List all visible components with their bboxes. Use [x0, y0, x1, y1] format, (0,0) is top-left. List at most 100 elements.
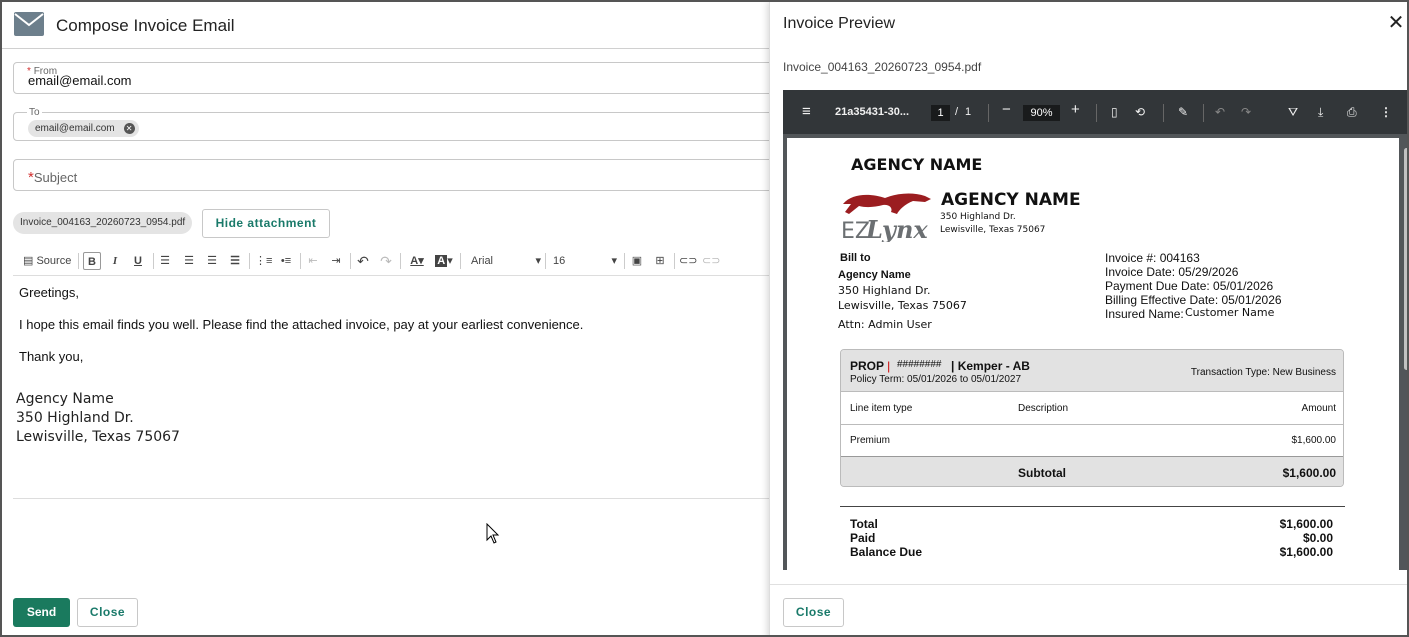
subtotal-label: Subtotal [1018, 466, 1066, 480]
row-amount: $1,600.00 [1291, 435, 1337, 446]
policy-type: PROP | [850, 359, 891, 373]
bill-city: Lewisville, Texas 75067 [838, 299, 967, 312]
close-button[interactable]: Close [77, 598, 138, 627]
balance-due-value: $1,600.00 [1279, 545, 1333, 559]
from-field[interactable]: * From email@email.com [13, 62, 803, 94]
fit-page-icon[interactable]: ▯ [1111, 104, 1118, 120]
send-button[interactable]: Send [13, 598, 70, 627]
preview-close-button[interactable]: Close [783, 598, 844, 627]
text-color-icon[interactable]: A▾ [406, 252, 428, 270]
logo-lynx: Lynx [865, 215, 928, 242]
balance-due-label: Balance Due [850, 545, 923, 559]
annotate-icon[interactable]: ✎ [1178, 104, 1188, 120]
compose-title: Compose Invoice Email [56, 16, 235, 35]
undo-icon[interactable]: ↶ [355, 252, 371, 270]
indent-icon[interactable]: ⇥ [328, 252, 344, 270]
subject-field[interactable]: *Subject [13, 159, 803, 191]
toolbar-divider [1203, 104, 1204, 122]
redo-icon[interactable]: ↷ [1241, 104, 1251, 120]
ezlynx-logo: EZ Lynx [841, 193, 931, 242]
body-greeting: Greetings, [19, 285, 79, 300]
menu-icon[interactable]: ≡ [802, 104, 811, 120]
font-family-select[interactable]: Arial ▾ [471, 252, 541, 270]
outdent-icon[interactable]: ⇤ [305, 252, 321, 270]
body-closing: Thank you, [19, 349, 84, 364]
zoom-in-icon[interactable]: + [1071, 102, 1080, 118]
unlink-icon[interactable]: ⊂⊃ [702, 252, 720, 270]
print-icon[interactable]: ⎙ [1347, 104, 1357, 120]
link-icon[interactable]: ⊂⊃ [679, 252, 697, 270]
close-icon[interactable]: ✕ [1387, 13, 1405, 33]
signature-line: Agency Name [16, 391, 114, 407]
bold-icon[interactable]: B [83, 252, 101, 270]
undo-icon[interactable]: ↶ [1215, 104, 1225, 120]
col-line-item-type: Line item type [850, 403, 913, 414]
to-label: To [27, 107, 42, 118]
font-size-select[interactable]: 16 ▾ [553, 252, 617, 270]
image-icon[interactable]: ▣ [629, 252, 645, 270]
preview-filename: Invoice_004163_20260723_0954.pdf [783, 60, 982, 74]
pdf-page: AGENCY NAME EZ Lynx AGENCY NAME 350 High… [787, 138, 1399, 570]
font-family-value: Arial [471, 255, 494, 267]
hide-attachment-button[interactable]: Hide attachment [202, 209, 330, 238]
toolbar-divider [624, 253, 625, 269]
to-chip-text: email@email.com [35, 123, 115, 134]
align-center-icon[interactable]: ☰ [181, 252, 197, 270]
agency-header: AGENCY NAME [851, 155, 983, 174]
pdf-scrollbar-thumb[interactable] [1404, 148, 1407, 370]
align-left-icon[interactable]: ☰ [157, 252, 173, 270]
paid-value: $0.00 [1302, 531, 1333, 545]
to-recipient-chip: email@email.com ✕ [28, 120, 139, 137]
to-field[interactable]: To email@email.com ✕ [13, 107, 803, 141]
background-color-icon[interactable]: A ▾ [433, 252, 455, 270]
numbered-list-icon[interactable]: ⋮≡ [255, 252, 272, 270]
insured-name-value: Customer Name [1185, 306, 1275, 319]
attn: Attn: Admin User [838, 318, 932, 331]
chevron-down-icon: ▾ [535, 255, 541, 267]
align-right-icon[interactable]: ☰ [204, 252, 220, 270]
body-message: I hope this email finds you well. Please… [19, 317, 584, 332]
zoom-input[interactable]: 90% [1023, 105, 1060, 121]
zoom-out-icon[interactable]: − [1002, 102, 1011, 118]
remove-recipient-icon[interactable]: ✕ [123, 123, 135, 134]
chevron-down-icon: ▾ [611, 255, 617, 267]
toolbar-divider [460, 253, 461, 269]
font-size-value: 16 [553, 255, 566, 267]
toolbar-divider [674, 253, 675, 269]
row-type: Premium [850, 435, 891, 446]
table-row: Premium $1,600.00 [841, 425, 1343, 457]
agency-name: AGENCY NAME [941, 190, 1081, 210]
table-icon[interactable]: ⊞ [652, 252, 668, 270]
email-body-editor[interactable]: Greetings, I hope this email finds you w… [13, 277, 803, 499]
italic-icon[interactable]: I [107, 252, 123, 270]
envelope-icon [14, 12, 44, 36]
signature-line: 350 Highland Dr. [16, 410, 134, 426]
totals-divider [840, 506, 1345, 507]
more-options-icon[interactable]: ⋮ [1380, 104, 1392, 120]
subject-placeholder: *Subject [28, 169, 78, 186]
bullet-list-icon[interactable]: •≡ [278, 252, 294, 270]
rotate-icon[interactable]: ⟲ [1135, 104, 1145, 120]
toolbar-divider [545, 253, 546, 269]
justify-icon[interactable]: ☰ [227, 252, 243, 270]
from-value: email@email.com [28, 73, 132, 88]
preview-footer-divider [770, 584, 1407, 585]
source-button[interactable]: ▤ Source [23, 252, 75, 270]
bill-name: Agency Name [838, 269, 911, 281]
save-to-drive-icon[interactable]: ⛛ [1288, 104, 1298, 120]
toolbar-divider [350, 253, 351, 269]
signature-line: Lewisville, Texas 75067 [16, 429, 180, 445]
policy-section: PROP | ######## | Kemper - AB Policy Ter… [840, 349, 1344, 487]
page-number-input[interactable]: 1 [931, 105, 950, 121]
redo-icon[interactable]: ↷ [378, 252, 394, 270]
policy-carrier: | Kemper - AB [951, 359, 1030, 373]
download-icon[interactable]: ⤓ [1318, 104, 1323, 120]
policy-term: Policy Term: 05/01/2026 to 05/01/2027 [850, 374, 1022, 385]
underline-icon[interactable]: U [130, 252, 146, 270]
pdf-doc-name: 21a35431-30... [835, 106, 910, 118]
insured-name-label: Insured Name: [1105, 307, 1184, 321]
app-frame: Compose Invoice Email * From email@email… [0, 0, 1409, 637]
attachment-chip[interactable]: Invoice_004163_20260723_0954.pdf [13, 212, 193, 234]
pdf-toolbar: ≡ 21a35431-30... 1 / 1 − 90% + ▯ ⟲ ✎ ↶ ↷… [783, 90, 1407, 134]
bill-to-label: Bill to [840, 252, 871, 264]
